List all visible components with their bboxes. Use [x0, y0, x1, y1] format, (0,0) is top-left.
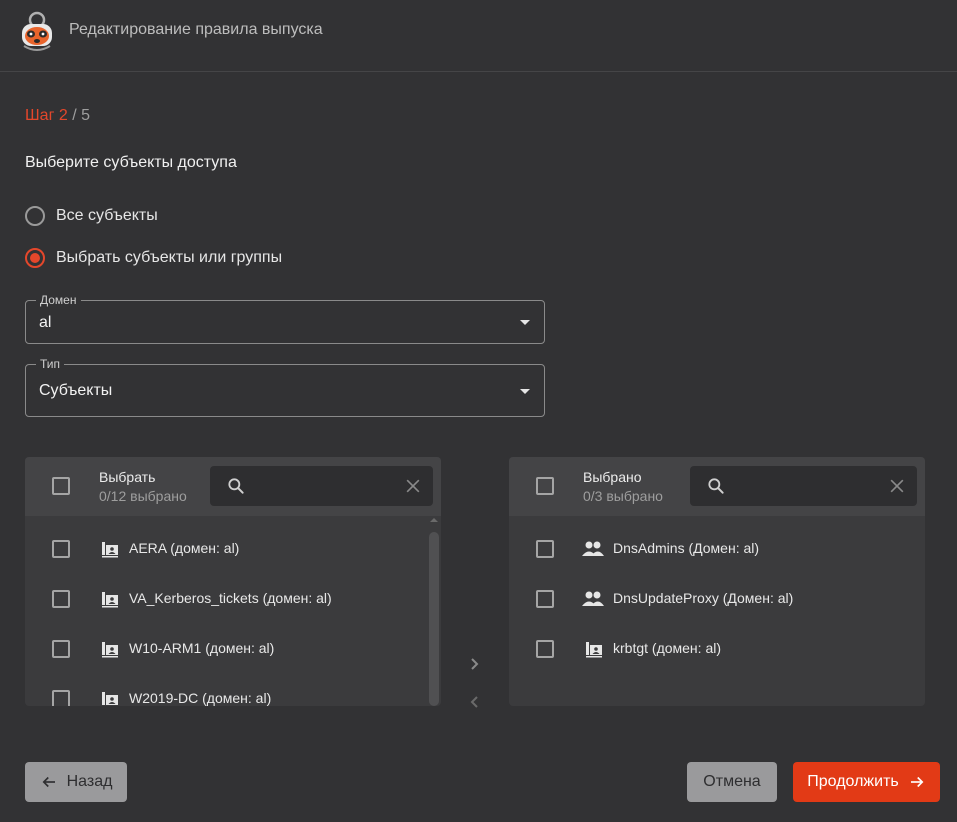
chevron-down-icon — [520, 320, 530, 325]
computer-account-icon — [102, 592, 118, 608]
item-label: W10-ARM1 (домен: al) — [129, 640, 275, 656]
chevron-down-icon — [520, 389, 530, 394]
selected-panel-title: Выбрано — [583, 469, 642, 485]
arrow-left-icon — [42, 776, 55, 788]
list-item[interactable]: VA_Kerberos_tickets (домен: al) — [25, 574, 441, 624]
computer-account-icon — [586, 642, 602, 658]
type-select[interactable]: Тип Субъекты — [25, 357, 545, 417]
item-checkbox[interactable] — [52, 590, 70, 608]
list-item[interactable]: DnsAdmins (Домен: al) — [509, 524, 925, 574]
group-icon — [582, 541, 604, 556]
page-title: Редактирование правила выпуска — [69, 21, 323, 38]
back-button[interactable]: Назад — [25, 762, 127, 802]
search-icon — [228, 478, 244, 494]
type-select-legend: Тип — [36, 357, 65, 371]
item-checkbox[interactable] — [536, 640, 554, 658]
domain-select-legend: Домен — [36, 293, 81, 307]
item-label: DnsAdmins (Домен: al) — [613, 540, 760, 556]
list-item[interactable]: AERA (домен: al) — [25, 524, 441, 574]
computer-account-icon — [102, 542, 118, 558]
list-item[interactable]: W10-ARM1 (домен: al) — [25, 624, 441, 674]
section-title: Выберите субъекты доступа — [25, 154, 237, 171]
domain-select[interactable]: Домен al — [25, 293, 545, 344]
cancel-button[interactable]: Отмена — [687, 762, 777, 802]
search-icon — [708, 478, 724, 494]
step-current: Шаг 2 — [25, 107, 68, 124]
chevron-left-icon[interactable] — [463, 690, 487, 714]
step-indicator: Шаг 2 / 5 — [25, 107, 90, 125]
raccoon-logo-icon — [22, 11, 52, 51]
item-label: W2019-DC (домен: al) — [129, 690, 272, 706]
radio-select-subjects-or-groups[interactable]: Выбрать субъекты или группы — [25, 248, 282, 268]
radio-label: Выбрать субъекты или группы — [56, 249, 283, 266]
item-checkbox[interactable] — [52, 640, 70, 658]
item-label: VA_Kerberos_tickets (домен: al) — [129, 590, 332, 606]
arrow-right-icon — [910, 776, 924, 788]
computer-account-icon — [102, 692, 118, 705]
domain-select-value: al — [39, 314, 52, 331]
select-all-selected-checkbox[interactable] — [536, 477, 554, 495]
type-select-value: Субъекты — [39, 382, 113, 399]
radio-all-subjects[interactable]: Все субъекты — [25, 206, 158, 226]
scrollbar[interactable] — [428, 516, 440, 706]
continue-button[interactable]: Продолжить — [793, 762, 940, 802]
chevron-right-icon[interactable] — [463, 652, 487, 676]
app-header: Редактирование правила выпуска — [0, 0, 957, 72]
available-search-box[interactable] — [210, 466, 433, 506]
radio-label: Все субъекты — [56, 207, 158, 224]
close-icon[interactable] — [887, 476, 907, 496]
radio-circle[interactable] — [25, 206, 45, 226]
scroll-thumb[interactable] — [429, 532, 439, 706]
list-item[interactable]: W2019-DC (домен: al) — [25, 674, 441, 706]
radio-circle-checked[interactable] — [25, 248, 45, 268]
item-label: krbtgt (домен: al) — [613, 640, 722, 656]
available-panel-title: Выбрать — [99, 469, 156, 485]
select-all-available-checkbox[interactable] — [52, 477, 70, 495]
available-panel-count: 0/12 выбрано — [99, 488, 187, 504]
list-item[interactable]: DnsUpdateProxy (Домен: al) — [509, 574, 925, 624]
selected-panel-count: 0/3 выбрано — [583, 488, 663, 504]
available-panel-header: Выбрать 0/12 выбрано — [25, 457, 441, 516]
item-checkbox[interactable] — [536, 540, 554, 558]
selected-search-input[interactable] — [734, 466, 871, 506]
list-item[interactable]: krbtgt (домен: al) — [509, 624, 925, 674]
item-label: AERA (домен: al) — [129, 540, 240, 556]
cancel-button-label: Отмена — [703, 773, 761, 790]
item-label: DnsUpdateProxy (Домен: al) — [613, 590, 794, 606]
item-checkbox[interactable] — [536, 590, 554, 608]
step-total: 5 — [81, 107, 90, 124]
selected-panel-header: Выбрано 0/3 выбрано — [509, 457, 925, 516]
available-search-input[interactable] — [254, 466, 387, 506]
computer-account-icon — [102, 642, 118, 658]
back-button-label: Назад — [66, 773, 113, 790]
item-checkbox[interactable] — [52, 690, 70, 706]
close-icon[interactable] — [403, 476, 423, 496]
selected-search-box[interactable] — [690, 466, 917, 506]
step-separator: / — [67, 107, 82, 124]
continue-button-label: Продолжить — [807, 773, 899, 790]
group-icon — [582, 591, 604, 606]
selected-subjects-panel: Выбрано 0/3 выбрано DnsAdmins (Домен: al… — [509, 457, 925, 706]
available-subjects-panel: Выбрать 0/12 выбрано AERA (домен: al) VA… — [25, 457, 441, 706]
item-checkbox[interactable] — [52, 540, 70, 558]
scroll-up-arrow[interactable] — [430, 518, 438, 522]
